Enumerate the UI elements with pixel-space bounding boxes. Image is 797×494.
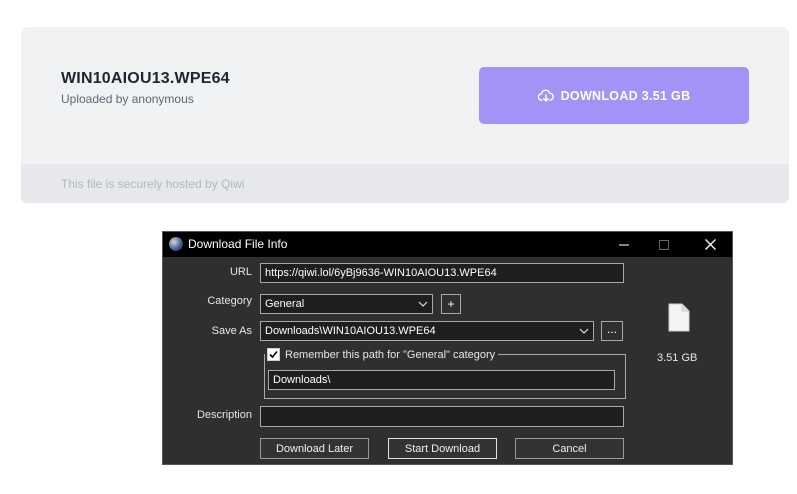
checkbox-box xyxy=(267,348,280,361)
maximize-icon xyxy=(659,239,669,250)
save-as-value: Downloads\WIN10AIOU13.WPE64 xyxy=(265,325,436,337)
save-as-select[interactable]: Downloads\WIN10AIOU13.WPE64 xyxy=(260,321,594,341)
remember-path-label: Remember this path for "General" categor… xyxy=(285,348,496,361)
uploader-text: Uploaded by anonymous xyxy=(61,92,194,106)
chevron-down-icon xyxy=(579,328,589,334)
hosted-note: This file is securely hosted by Qiwi xyxy=(61,177,245,191)
url-label: URL xyxy=(229,266,252,278)
category-select[interactable]: General xyxy=(260,294,433,314)
download-later-button[interactable]: Download Later xyxy=(260,438,369,459)
add-category-button[interactable]: + xyxy=(441,294,461,314)
chevron-down-icon xyxy=(418,301,428,307)
app-globe-icon xyxy=(169,237,183,251)
card-footer: This file is securely hosted by Qiwi xyxy=(21,164,789,203)
minimize-button[interactable] xyxy=(604,232,644,257)
close-icon xyxy=(704,239,716,250)
description-label: Description xyxy=(196,409,252,421)
maximize-button[interactable] xyxy=(644,232,684,257)
close-button[interactable] xyxy=(690,232,730,257)
category-value: General xyxy=(265,298,305,310)
save-as-label: Save As xyxy=(211,325,252,337)
dialog-title: Download File Info xyxy=(188,237,288,251)
file-size: 3.51 GB xyxy=(657,352,698,364)
description-field[interactable] xyxy=(260,406,624,427)
download-button[interactable]: DOWNLOAD 3.51 GB xyxy=(479,67,749,124)
browse-button[interactable]: ... xyxy=(601,321,623,341)
remember-path-field[interactable]: Downloads\ xyxy=(268,370,615,390)
file-icon xyxy=(668,303,690,337)
cloud-download-icon xyxy=(537,89,554,102)
start-download-button[interactable]: Start Download xyxy=(388,438,497,459)
dialog-titlebar[interactable]: Download File Info xyxy=(163,232,732,257)
minimize-icon xyxy=(619,244,629,245)
file-name: WIN10AIOU13.WPE64 xyxy=(61,70,230,87)
category-label: Category xyxy=(207,295,252,307)
remember-path-checkbox[interactable]: Remember this path for "General" categor… xyxy=(265,348,499,361)
checkmark-icon xyxy=(269,350,278,359)
file-card-header: WIN10AIOU13.WPE64 Uploaded by anonymous … xyxy=(21,27,789,164)
file-card: WIN10AIOU13.WPE64 Uploaded by anonymous … xyxy=(21,27,789,203)
url-field[interactable]: https://qiwi.lol/6yBj9636-WIN10AIOU13.WP… xyxy=(260,263,624,283)
cancel-button[interactable]: Cancel xyxy=(515,438,624,459)
download-file-info-dialog: Download File Info URL https://qiwi.lol/… xyxy=(162,231,733,465)
download-button-label: DOWNLOAD 3.51 GB xyxy=(560,88,691,103)
